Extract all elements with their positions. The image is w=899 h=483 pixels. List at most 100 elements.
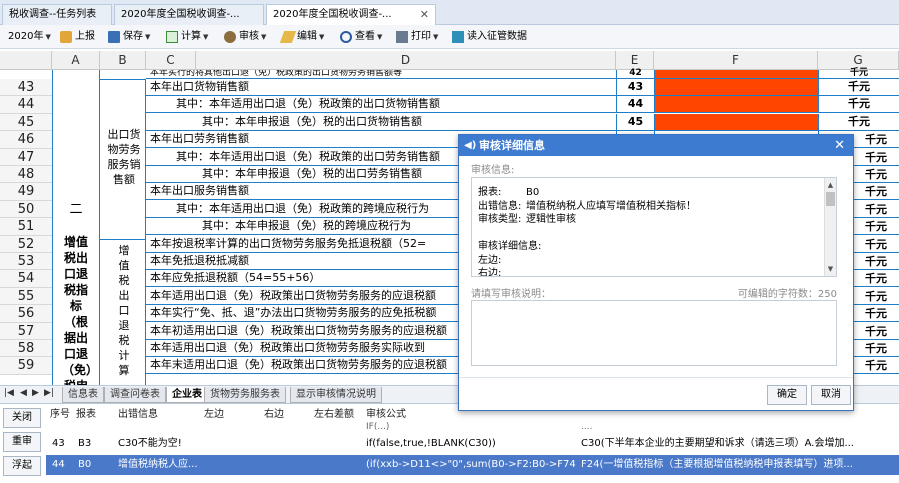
ok-button[interactable]: 确定	[767, 385, 807, 405]
cancel-button[interactable]: 取消	[811, 385, 851, 405]
chevron-down-icon: ▼	[145, 33, 151, 41]
audit-note-input[interactable]	[471, 300, 837, 366]
row-description: ....	[581, 422, 593, 432]
cell-d-42[interactable]: 本年实行的将其他出口退（免）税政策的出口货物劳务销售额等	[146, 70, 616, 79]
calc-button[interactable]: 计算 ▼	[166, 28, 208, 46]
cell-unit-visible: 千元	[865, 168, 887, 181]
row-number[interactable]: 52	[0, 235, 52, 253]
row-formula: IF(...)	[366, 422, 390, 432]
close-button[interactable]: 关闭	[3, 408, 41, 428]
main-toolbar: 2020年 ▼ 上报 保存 ▼ 计算 ▼ 审核 ▼ 编辑 ▼ 查看 ▼ 打印 ▼ 读入征管数据	[0, 25, 899, 49]
cell-unit-visible: 千元	[865, 185, 887, 199]
tab-survey-2[interactable]: 2020年度全国税收调查-... ✕	[266, 4, 436, 26]
audit-label: 审核	[239, 31, 259, 42]
import-button[interactable]: 读入征管数据	[452, 28, 527, 46]
pencil-icon	[279, 31, 297, 43]
last-sheet-icon[interactable]: ▶|	[44, 388, 54, 398]
cell-description[interactable]: 其中：本年申报退（免）税的出口货物销售额	[146, 114, 616, 131]
row-description: F24(一增值税指标（主要根据增值税纳税申报表填写）进项...	[581, 459, 853, 470]
float-button[interactable]: 浮起	[3, 456, 41, 476]
document-tab-bar: 税收调查--任务列表 2020年度全国税收调查-... 2020年度全国税收调查…	[0, 0, 899, 26]
cell-value-input[interactable]	[654, 96, 818, 114]
cell-unit: 千元	[818, 96, 899, 114]
sheet-tab-enterprise[interactable]: 企业表	[166, 387, 208, 403]
row-number[interactable]: 54	[0, 270, 52, 288]
dialog-divider	[459, 377, 853, 378]
table-row[interactable]: 43 B3 C30不能为空! if(false,true,!BLANK(C30)…	[46, 434, 899, 454]
cell-unit: 千元	[818, 113, 899, 131]
first-sheet-icon[interactable]: |◀	[4, 388, 14, 398]
sheet-tab-goods-services[interactable]: 货物劳务服务表	[204, 387, 286, 403]
row-no: 44	[52, 459, 65, 470]
cell-unit-visible: 千元	[865, 342, 887, 355]
sheet-tab-info[interactable]: 信息表	[62, 387, 104, 403]
scroll-thumb[interactable]	[826, 192, 835, 206]
col-header-d[interactable]: D	[196, 51, 616, 70]
recheck-button[interactable]: 重审	[3, 432, 41, 452]
row-formula: (if(xxb->D11<>"0",sum(B0->F2:B0->F74...	[366, 459, 576, 470]
row-number[interactable]: 57	[0, 322, 52, 340]
row-number[interactable]: 48	[0, 166, 52, 184]
cell-description[interactable]: 本年出口货物销售额	[146, 79, 616, 96]
row-number[interactable]: 53	[0, 253, 52, 271]
cell-value-input[interactable]	[654, 113, 818, 131]
tab-label: 税收调查--任务列表	[9, 9, 97, 20]
audit-info-box[interactable]: 报表: B0 出错信息: 增值税纳税人应填写增值税相关指标！ 审核类型: 逻辑性审核 审核详…	[471, 177, 837, 277]
row-number[interactable]: 44	[0, 96, 52, 114]
view-button[interactable]: 查看 ▼	[340, 28, 382, 46]
row-number[interactable]: 46	[0, 131, 52, 149]
cell-description[interactable]: 其中：本年适用出口退（免）税政策的出口货物销售额	[146, 96, 616, 114]
row-number[interactable]: 43	[0, 79, 52, 97]
cell-e-42: 42	[616, 69, 654, 79]
import-icon	[452, 31, 464, 43]
tab-task-list[interactable]: 税收调查--任务列表	[2, 4, 112, 25]
col-header-b[interactable]: B	[100, 51, 146, 70]
next-sheet-icon[interactable]: ▶	[32, 388, 39, 398]
note-input-label: 请填写审核说明：	[471, 289, 551, 300]
section-title: 增值税出口退税指标（根据出口退（免）税申	[62, 235, 99, 385]
row-number[interactable]: 47	[0, 148, 52, 166]
sheet-tab-audit-notes[interactable]: 显示审核情况说明	[290, 387, 382, 403]
scroll-up-icon[interactable]: ▲	[826, 180, 835, 190]
edit-button[interactable]: 编辑 ▼	[279, 28, 325, 46]
scroll-down-icon[interactable]: ▼	[826, 264, 835, 274]
row-message: 增值税纳税人应...	[118, 459, 198, 470]
col-header-f[interactable]: F	[654, 51, 818, 70]
dialog-title-bar[interactable]: ◀) 审核详细信息 ✕	[459, 135, 853, 156]
prev-sheet-icon[interactable]: ◀	[20, 388, 27, 398]
row-number[interactable]: 45	[0, 113, 52, 132]
table-row-selected[interactable]: 44 B0 增值税纳税人应... (if(xxb->D11<>"0",sum(B…	[46, 455, 899, 475]
col-header-a[interactable]: A	[52, 51, 100, 70]
corner-cell	[0, 51, 52, 70]
chevron-down-icon: ▼	[261, 33, 267, 41]
year-dropdown[interactable]: 2020年 ▼	[8, 28, 51, 46]
row-number[interactable]: 49	[0, 183, 52, 201]
table-row[interactable]: IF(...) ....	[46, 422, 899, 434]
cell-value-input[interactable]	[654, 79, 818, 96]
row-number[interactable]: 58	[0, 340, 52, 358]
cell-unit-visible: 千元	[865, 289, 887, 303]
row-number[interactable]: 51	[0, 218, 52, 236]
row-number[interactable]: 50	[0, 200, 52, 219]
cell-unit-visible: 千元	[865, 307, 887, 321]
scrollbar[interactable]: ▲ ▼	[824, 178, 836, 276]
save-button[interactable]: 保存 ▼	[108, 28, 150, 46]
row-number[interactable]: 55	[0, 287, 52, 306]
tab-survey-1[interactable]: 2020年度全国税收调查-...	[114, 4, 264, 25]
row-number[interactable]: 59	[0, 357, 52, 375]
row-number[interactable]: 56	[0, 305, 52, 323]
close-icon[interactable]: ✕	[834, 135, 845, 156]
chevron-down-icon: ▼	[433, 33, 439, 41]
report-button[interactable]: 上报	[60, 28, 95, 46]
chevron-down-icon: ▼	[319, 33, 325, 41]
cell-f-42[interactable]	[654, 70, 818, 79]
close-tab-icon[interactable]: ✕	[420, 5, 429, 24]
col-header-c[interactable]: C	[146, 51, 196, 70]
header-message: 出错信息	[118, 409, 158, 420]
sheet-tab-questionnaire[interactable]: 调查问卷表	[104, 387, 166, 403]
print-button[interactable]: 打印 ▼	[396, 28, 438, 46]
cell-unit-visible: 千元	[865, 150, 887, 164]
cell-unit-visible: 千元	[865, 272, 887, 286]
calculator-icon	[166, 31, 178, 43]
audit-button[interactable]: 审核 ▼	[224, 28, 266, 46]
